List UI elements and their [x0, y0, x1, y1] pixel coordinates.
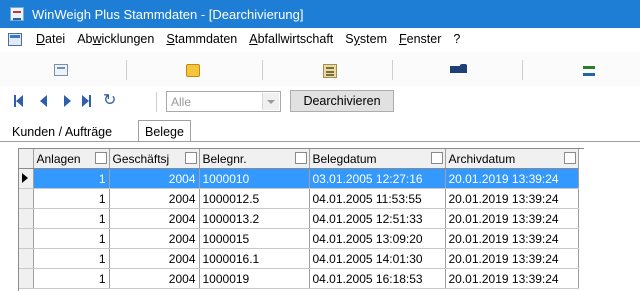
chevron-down-icon[interactable]	[262, 93, 279, 110]
menu-abfallwirtschaft[interactable]: Abfallwirtschaft	[243, 32, 339, 46]
truck-icon[interactable]	[450, 64, 468, 75]
cell-archivdatum[interactable]: 20.01.2019 13:39:24	[445, 268, 579, 289]
cell-anlagen[interactable]: 1	[33, 268, 110, 289]
cell-archivdatum[interactable]: 20.01.2019 13:39:24	[445, 208, 579, 229]
column-header-anlagen[interactable]: Anlagen	[33, 149, 110, 169]
toolbar-separator	[156, 92, 157, 112]
refresh-icon[interactable]: ↻	[103, 92, 119, 108]
cell-belegdatum[interactable]: 04.01.2005 16:18:53	[309, 268, 446, 289]
dearchive-button[interactable]: Dearchivieren	[290, 90, 394, 112]
table-row[interactable]: 1 2004 1000013.2 04.01.2005 12:51:33 20.…	[19, 208, 579, 229]
row-indicator	[19, 188, 34, 209]
cell-belegdatum[interactable]: 03.01.2005 12:27:16	[309, 168, 446, 189]
tab-divider	[0, 141, 640, 142]
column-header-geschaeftsjahr[interactable]: Geschäftsj	[109, 149, 200, 169]
cell-geschaeftsjahr[interactable]: 2004	[109, 188, 200, 209]
cell-belegdatum[interactable]: 04.01.2005 11:53:55	[309, 188, 446, 209]
menu-fenster[interactable]: Fenster	[393, 32, 447, 46]
cell-belegnr[interactable]: 1000016.1	[199, 248, 310, 269]
first-record-icon[interactable]	[14, 94, 23, 108]
cell-geschaeftsjahr[interactable]: 2004	[109, 228, 200, 249]
cell-anlagen[interactable]: 1	[33, 248, 110, 269]
cell-belegnr[interactable]: 1000015	[199, 228, 310, 249]
cell-belegdatum[interactable]: 04.01.2005 14:01:30	[309, 248, 446, 269]
cell-geschaeftsjahr[interactable]: 2004	[109, 268, 200, 289]
app-icon	[10, 7, 24, 21]
menu-system[interactable]: System	[339, 32, 393, 46]
tab-kunden-auftraege[interactable]: Kunden / Aufträge	[8, 122, 116, 142]
table-row[interactable]: 1 2004 1000012.5 04.01.2005 11:53:55 20.…	[19, 188, 579, 209]
main-toolbar	[0, 52, 640, 86]
cell-archivdatum[interactable]: 20.01.2019 13:39:24	[445, 168, 579, 189]
row-indicator	[19, 208, 34, 229]
previous-record-icon[interactable]	[40, 94, 47, 108]
cell-archivdatum[interactable]: 20.01.2019 13:39:24	[445, 248, 579, 269]
cell-geschaeftsjahr[interactable]: 2004	[109, 168, 200, 189]
cell-archivdatum[interactable]: 20.01.2019 13:39:24	[445, 228, 579, 249]
cell-archivdatum[interactable]: 20.01.2019 13:39:24	[445, 188, 579, 209]
toolbar-separator	[522, 60, 523, 80]
row-indicator	[19, 228, 34, 249]
cell-geschaeftsjahr[interactable]: 2004	[109, 208, 200, 229]
cell-geschaeftsjahr[interactable]: 2004	[109, 248, 200, 269]
form-icon[interactable]	[54, 64, 68, 76]
cell-belegdatum[interactable]: 04.01.2005 13:09:20	[309, 228, 446, 249]
toolbar-separator	[392, 60, 393, 80]
cell-anlagen[interactable]: 1	[33, 208, 110, 229]
cell-belegnr[interactable]: 1000019	[199, 268, 310, 289]
table-row[interactable]: 1 2004 1000015 04.01.2005 13:09:20 20.01…	[19, 228, 579, 249]
cell-belegnr[interactable]: 1000010	[199, 168, 310, 189]
belege-grid[interactable]: Anlagen Geschäftsj Belegnr. Belegdatum A…	[18, 148, 584, 291]
row-indicator	[19, 268, 34, 289]
cell-belegnr[interactable]: 1000013.2	[199, 208, 310, 229]
filter-select-value: Alle	[171, 95, 192, 109]
cell-anlagen[interactable]: 1	[33, 168, 110, 189]
calculator-icon[interactable]	[323, 64, 337, 78]
title-bar: WinWeigh Plus Stammdaten - [Dearchivieru…	[0, 0, 640, 28]
menu-help[interactable]: ?	[447, 32, 466, 46]
column-header-belegdatum[interactable]: Belegdatum	[309, 149, 446, 169]
tab-belege[interactable]: Belege	[138, 120, 191, 142]
filter-select[interactable]: Alle	[166, 91, 281, 112]
exchange-arrows-icon[interactable]	[583, 64, 595, 78]
grid-header-row: Anlagen Geschäftsj Belegnr. Belegdatum A…	[19, 149, 579, 169]
current-row-indicator	[19, 168, 34, 189]
toolbar-separator	[262, 60, 263, 80]
next-record-icon[interactable]	[64, 94, 71, 108]
row-indicator	[19, 248, 34, 269]
menu-stammdaten[interactable]: Stammdaten	[160, 32, 243, 46]
column-header-archivdatum[interactable]: Archivdatum	[445, 149, 579, 169]
cell-belegdatum[interactable]: 04.01.2005 12:51:33	[309, 208, 446, 229]
cell-anlagen[interactable]: 1	[33, 228, 110, 249]
last-record-icon[interactable]	[82, 94, 91, 108]
table-row[interactable]: 1 2004 1000016.1 04.01.2005 14:01:30 20.…	[19, 248, 579, 269]
toolbar-separator	[126, 60, 127, 80]
column-header-belegnr[interactable]: Belegnr.	[199, 149, 310, 169]
document-menu-icon[interactable]	[8, 32, 22, 46]
menu-datei[interactable]: Datei	[30, 32, 71, 46]
menu-bar: Datei Abwicklungen Stammdaten Abfallwirt…	[0, 28, 640, 50]
menu-abwicklungen[interactable]: Abwicklungen	[71, 32, 160, 46]
navigation-toolbar: ↻ Alle Dearchivieren	[0, 86, 640, 116]
table-row[interactable]: 1 2004 1000019 04.01.2005 16:18:53 20.01…	[19, 268, 579, 289]
box-icon[interactable]	[186, 64, 200, 77]
table-row[interactable]: 1 2004 1000010 03.01.2005 12:27:16 20.01…	[19, 168, 579, 189]
cell-belegnr[interactable]: 1000012.5	[199, 188, 310, 209]
window-title: WinWeigh Plus Stammdaten - [Dearchivieru…	[32, 6, 304, 22]
tab-strip: Kunden / Aufträge Belege	[0, 120, 640, 142]
row-indicator-header	[19, 149, 34, 169]
cell-anlagen[interactable]: 1	[33, 188, 110, 209]
